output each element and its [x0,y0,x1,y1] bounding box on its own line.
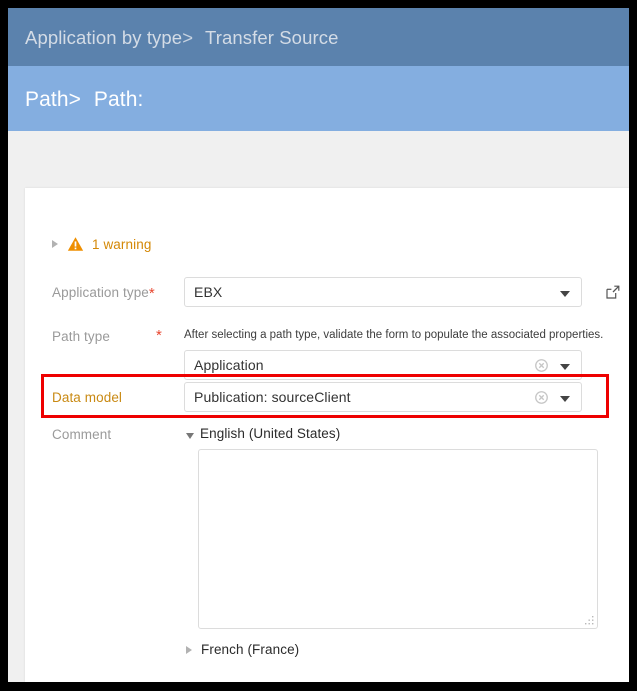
clear-circle-icon[interactable] [535,391,548,404]
path-type-required-marker: * [156,327,162,342]
primary-breadcrumb-bar: Application by type> Transfer Source [8,8,629,66]
path-type-label-text: Path type [52,329,110,344]
triangle-right-icon[interactable] [186,646,192,654]
locale-label-french: French (France) [201,642,299,657]
locale-toggle-english[interactable]: English (United States) [186,426,340,441]
data-model-select[interactable]: Publication: sourceClient [184,382,582,412]
data-model-value: Publication: sourceClient [194,389,351,405]
application-window: Application by type> Transfer Source Pat… [8,8,629,682]
chevron-down-icon[interactable] [560,396,570,402]
clear-circle-icon[interactable] [535,359,548,372]
application-type-value: EBX [194,284,222,300]
validation-summary-label: 1 warning [92,237,151,252]
breadcrumb-sub-item-1: Path: [94,88,144,111]
breadcrumb-top-item-1[interactable]: Transfer Source [205,27,338,48]
triangle-right-icon[interactable] [52,240,58,248]
form-card: 1 warning Application type* EBX Path typ… [25,188,629,682]
triangle-down-icon[interactable] [186,433,194,439]
required-marker-icon: * [149,285,155,302]
locale-toggle-french[interactable]: French (France) [186,642,299,657]
warning-triangle-icon [67,236,84,252]
resize-grip-icon[interactable] [585,616,594,625]
path-type-label: Path type [52,329,110,344]
comment-label: Comment [52,427,111,442]
validation-summary[interactable]: 1 warning [52,234,151,254]
breadcrumb-top-item-0[interactable]: Application by type [25,27,182,48]
breadcrumb-separator-icon: > [182,27,200,48]
path-type-value: Application [194,357,264,373]
data-model-label-text: Data model [52,390,122,405]
comment-label-text: Comment [52,427,111,442]
application-type-label: Application type* [52,285,155,300]
breadcrumb-top: Application by type> Transfer Source [25,27,338,49]
path-type-hint: After selecting a path type, validate th… [184,329,603,341]
breadcrumb-sub-item-0[interactable]: Path [25,88,69,111]
locale-label-english: English (United States) [200,426,340,441]
secondary-breadcrumb-bar: Path> Path: [8,66,629,131]
data-model-label: Data model [52,390,122,405]
breadcrumb-sub: Path> Path: [25,88,143,112]
chevron-down-icon[interactable] [560,291,570,297]
external-link-icon[interactable] [606,285,620,299]
application-type-label-text: Application type [52,285,149,300]
comment-textarea-english[interactable] [198,449,598,629]
chevron-down-icon[interactable] [560,364,570,370]
application-type-select[interactable]: EBX [184,277,582,307]
path-type-select[interactable]: Application [184,350,582,380]
breadcrumb-sub-separator-icon: > [69,88,88,111]
